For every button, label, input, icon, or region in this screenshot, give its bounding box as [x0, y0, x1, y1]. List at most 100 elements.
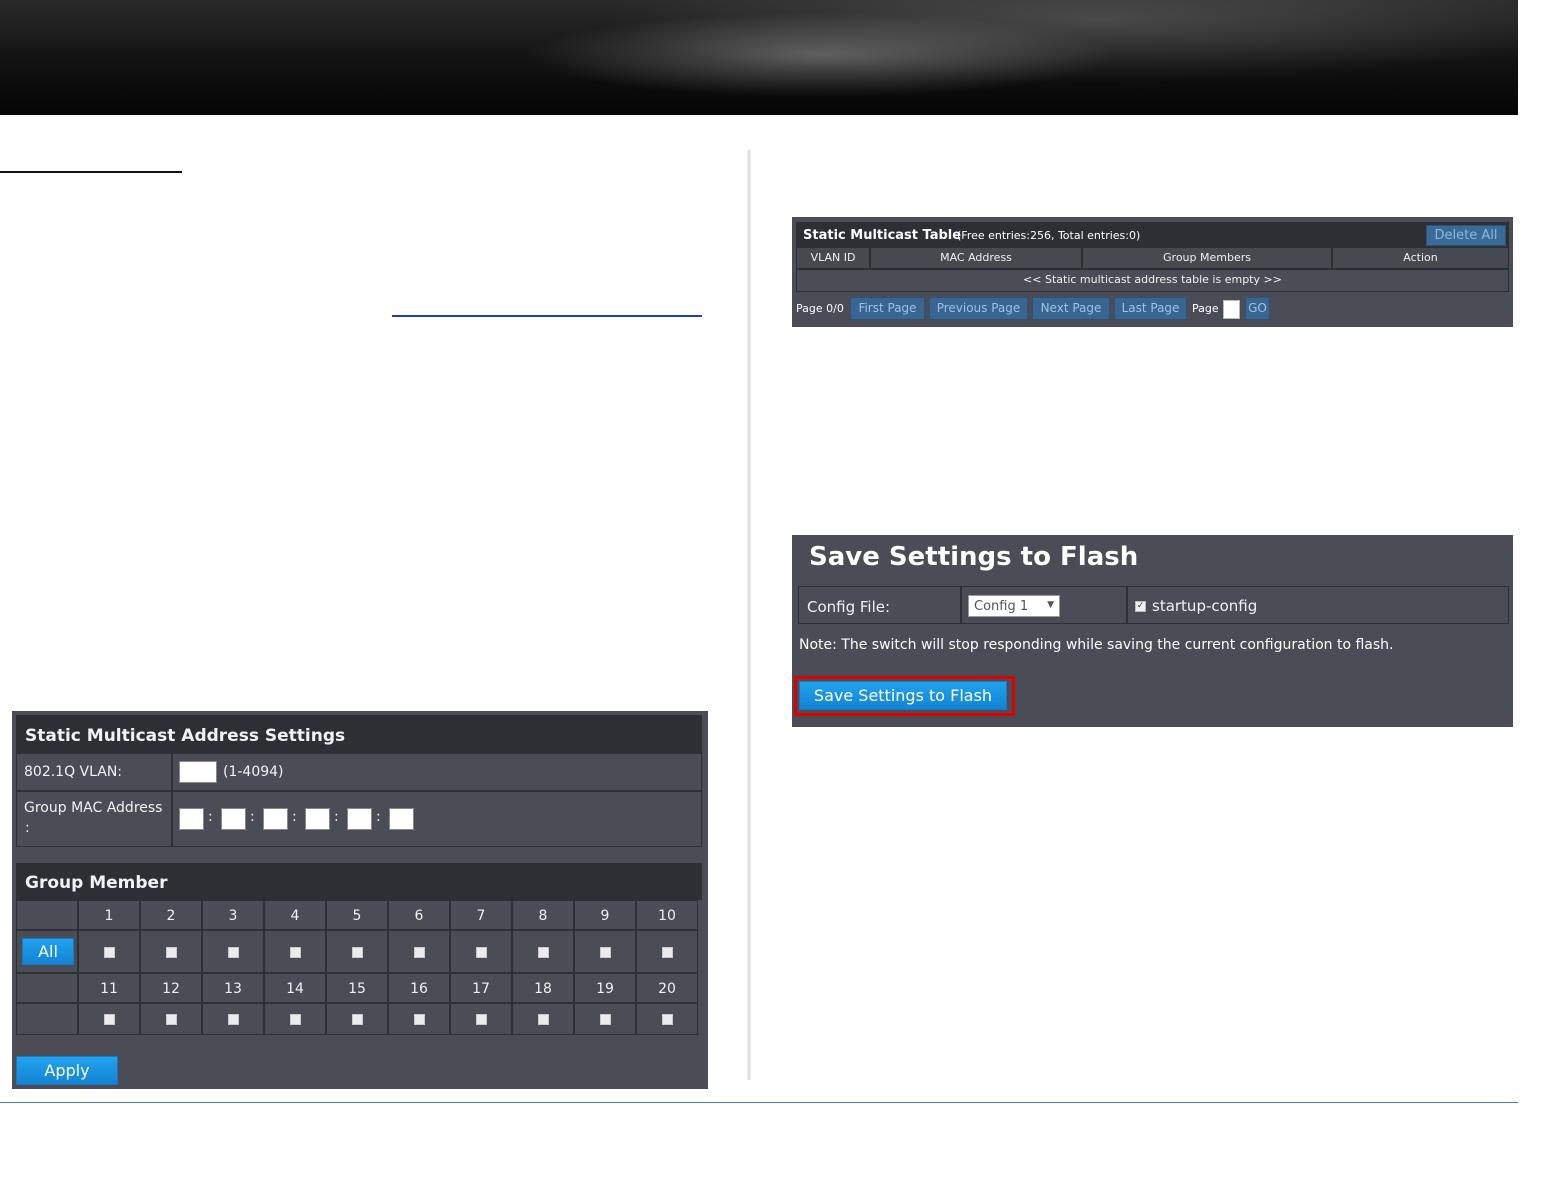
previous-page-button[interactable]: Previous Page — [929, 297, 1028, 320]
startup-config-checkbox[interactable]: ✓ — [1135, 601, 1146, 612]
last-page-button[interactable]: Last Page — [1114, 297, 1187, 320]
port-grid: 1 2 3 4 5 6 7 8 9 10 All 11 12 13 14 15 16 17 18 19 20 — [16, 900, 702, 1035]
settings-header: Static Multicast Address Settings — [16, 715, 702, 753]
port-number-1: 1 — [104, 908, 114, 924]
vlan-label-cell: 802.1Q VLAN: — [16, 753, 172, 791]
port-checkbox-5[interactable] — [352, 946, 363, 958]
port-number-9: 9 — [600, 908, 610, 924]
page-number-input[interactable] — [1223, 300, 1240, 319]
apply-button[interactable]: Apply — [16, 1056, 118, 1085]
port-number-8: 8 — [538, 908, 548, 924]
next-page-button[interactable]: Next Page — [1032, 297, 1110, 320]
port-checkbox-cell — [512, 930, 574, 973]
chevron-down-icon: ▼ — [1047, 600, 1054, 610]
startup-config-cell: ✓ startup-config — [1127, 586, 1509, 624]
port-number-cell: 16 — [388, 973, 450, 1003]
port-number-18: 18 — [534, 981, 552, 997]
port-checkbox-6[interactable] — [414, 946, 425, 958]
port-number-cell: 13 — [202, 973, 264, 1003]
port-checkbox-cell — [636, 1003, 698, 1035]
port-number-5: 5 — [352, 908, 362, 924]
mac-label: Group MAC Address — [24, 800, 163, 816]
mac-separator: : — [376, 809, 381, 825]
port-checkbox-4[interactable] — [290, 946, 301, 958]
port-checkbox-7[interactable] — [476, 946, 487, 958]
mac-octet-2[interactable] — [221, 808, 246, 830]
column-header-vlan-id: VLAN ID — [796, 247, 870, 269]
port-number-cell: 15 — [326, 973, 388, 1003]
port-checkbox-cell — [326, 1003, 388, 1035]
port-checkbox-cell — [450, 930, 512, 973]
port-checkbox-18[interactable] — [538, 1014, 549, 1025]
mac-octet-6[interactable] — [389, 808, 414, 830]
port-checkbox-19[interactable] — [600, 1014, 611, 1025]
port-checkbox-8[interactable] — [538, 946, 549, 958]
port-number-4: 4 — [290, 908, 300, 924]
port-number-cell: 3 — [202, 900, 264, 930]
port-checkbox-12[interactable] — [166, 1014, 177, 1025]
group-member-header: Group Member — [16, 863, 702, 900]
port-checkbox-3[interactable] — [228, 946, 239, 958]
port-checkbox-9[interactable] — [600, 946, 611, 958]
port-number-15: 15 — [348, 981, 366, 997]
port-number-cell: 9 — [574, 900, 636, 930]
table-empty-message: << Static multicast address table is emp… — [796, 269, 1509, 292]
settings-title: Static Multicast Address Settings — [25, 726, 346, 746]
config-label-cell: Config File: — [798, 586, 961, 624]
port-checkbox-cell — [636, 930, 698, 973]
port-checkbox-2[interactable] — [166, 946, 177, 958]
vlan-input[interactable] — [179, 761, 217, 783]
port-number-cell: 20 — [636, 973, 698, 1003]
heading-underline — [0, 171, 182, 173]
column-header-action: Action — [1332, 247, 1509, 269]
page-label: Page — [1192, 302, 1219, 315]
port-checkbox-cell — [326, 930, 388, 973]
save-settings-button[interactable]: Save Settings to Flash — [799, 681, 1007, 710]
port-checkbox-16[interactable] — [414, 1014, 425, 1025]
header-banner — [0, 0, 1518, 115]
mac-separator: : — [334, 809, 339, 825]
go-button[interactable]: GO — [1245, 297, 1270, 320]
port-number-cell: 1 — [78, 900, 140, 930]
vlan-value-cell: (1-4094) — [172, 753, 702, 791]
startup-config-label: startup-config — [1152, 597, 1258, 615]
port-checkbox-1[interactable] — [104, 946, 115, 958]
port-grid-row-header — [16, 900, 78, 930]
port-grid-row-header — [16, 1003, 78, 1035]
port-checkbox-10[interactable] — [662, 946, 673, 958]
port-checkbox-14[interactable] — [290, 1014, 301, 1025]
port-number-cell: 4 — [264, 900, 326, 930]
port-checkbox-11[interactable] — [104, 1014, 115, 1025]
link-underline[interactable] — [392, 315, 702, 317]
port-checkbox-17[interactable] — [476, 1014, 487, 1025]
config-file-select[interactable]: Config 1 ▼ — [968, 595, 1060, 617]
select-all-ports-button[interactable]: All — [22, 938, 74, 965]
column-header-group-members: Group Members — [1082, 247, 1332, 269]
port-checkbox-cell — [78, 930, 140, 973]
port-checkbox-15[interactable] — [352, 1014, 363, 1025]
port-number-cell: 17 — [450, 973, 512, 1003]
port-number-cell: 7 — [450, 900, 512, 930]
port-checkbox-cell — [264, 1003, 326, 1035]
mac-separator: : — [208, 809, 213, 825]
mac-octet-3[interactable] — [263, 808, 288, 830]
mac-octet-5[interactable] — [347, 808, 372, 830]
port-checkbox-13[interactable] — [228, 1014, 239, 1025]
port-checkbox-20[interactable] — [662, 1014, 673, 1025]
mac-octet-4[interactable] — [305, 808, 330, 830]
first-page-button[interactable]: First Page — [850, 297, 925, 320]
port-checkbox-cell — [264, 930, 326, 973]
port-number-14: 14 — [286, 981, 304, 997]
port-number-10: 10 — [658, 908, 676, 924]
mac-separator: : — [250, 809, 255, 825]
port-checkbox-cell — [140, 930, 202, 973]
port-number-cell: 6 — [388, 900, 450, 930]
delete-all-button[interactable]: Delete All — [1426, 225, 1506, 246]
column-divider — [747, 150, 751, 1080]
port-checkbox-cell — [574, 930, 636, 973]
port-grid-row-header — [16, 973, 78, 1003]
port-checkbox-cell — [388, 1003, 450, 1035]
save-flash-title: Save Settings to Flash — [809, 542, 1139, 572]
table-entries-info: (Free entries:256, Total entries:0) — [957, 229, 1141, 242]
mac-octet-1[interactable] — [179, 808, 204, 830]
